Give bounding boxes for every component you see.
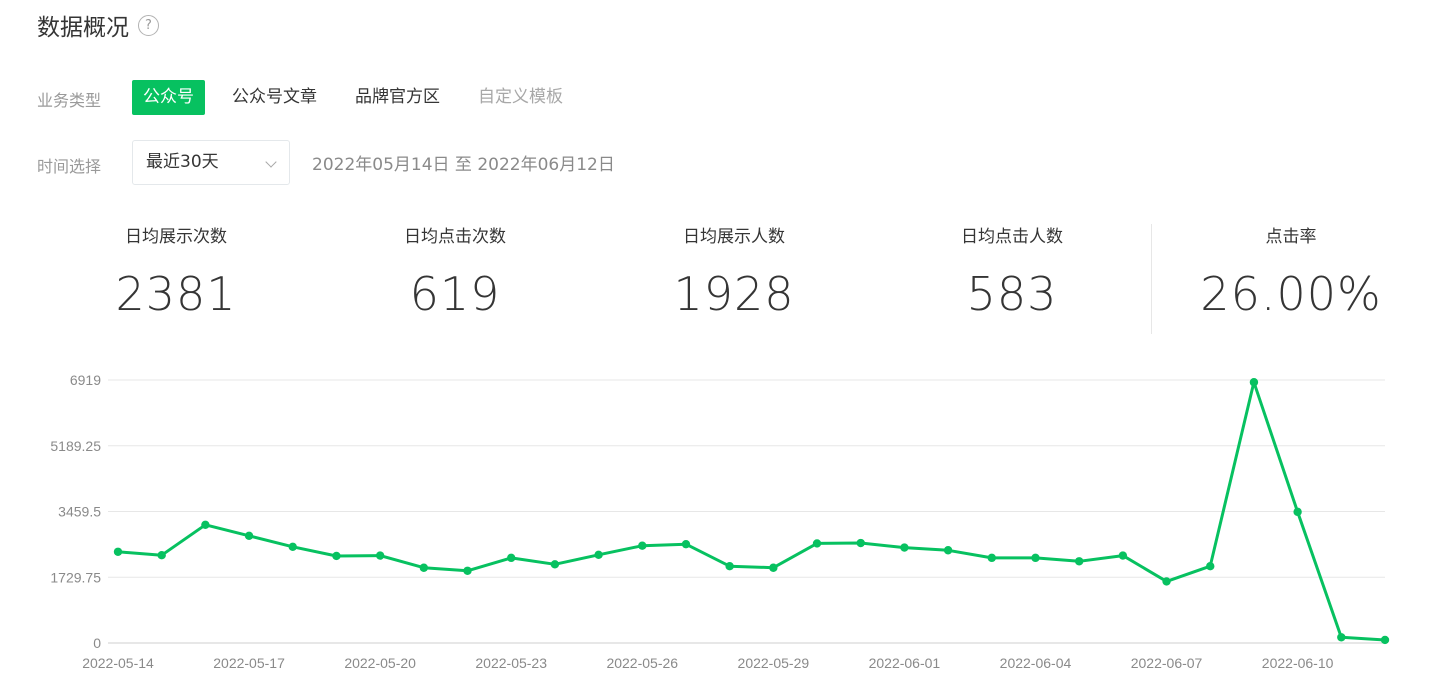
- y-tick-label: 3459.5: [58, 504, 101, 520]
- tab-custom-template: 自定义模板: [478, 87, 563, 107]
- data-point: [375, 551, 385, 560]
- data-point: [1074, 557, 1084, 566]
- data-point: [463, 566, 472, 575]
- data-point: [856, 538, 865, 548]
- data-point: [550, 560, 560, 569]
- data-point: [900, 543, 909, 552]
- data-point: [769, 563, 778, 572]
- question-circle-icon[interactable]: ?: [138, 14, 159, 36]
- stat-label: 日均点击次数: [404, 227, 506, 247]
- data-point: [1380, 635, 1390, 645]
- page-title-text: 数据概况: [37, 15, 129, 41]
- stat-label: 点击率: [1265, 227, 1317, 247]
- data-point: [244, 531, 254, 541]
- stat-click-rate: 点击率 26.00%: [1171, 222, 1411, 321]
- data-point: [943, 546, 953, 555]
- time-range-select[interactable]: 最近30天: [132, 140, 290, 185]
- x-tick-label: 2022-06-01: [869, 655, 941, 671]
- x-tick-label: 2022-05-17: [213, 655, 285, 671]
- x-tick-label: 2022-06-04: [1000, 655, 1072, 671]
- y-tick-label: 1729.75: [50, 569, 101, 585]
- stat-label: 日均点击人数: [961, 227, 1063, 247]
- x-tick-label: 2022-06-07: [1131, 655, 1203, 671]
- data-point: [332, 551, 341, 561]
- time-range-value: 最近30天: [146, 152, 219, 172]
- chevron-down-icon: [265, 156, 277, 168]
- data-point: [1206, 562, 1215, 571]
- date-range-text: 2022年05月14日 至 2022年06月12日: [312, 155, 615, 175]
- x-tick-label: 2022-06-10: [1262, 655, 1334, 671]
- data-point: [1337, 633, 1346, 642]
- y-tick-label: 5189.25: [50, 438, 101, 454]
- data-point: [638, 541, 647, 550]
- tab-gongzhonghao[interactable]: 公众号: [132, 80, 205, 115]
- stat-value: 2381: [115, 267, 237, 321]
- data-point: [1249, 378, 1259, 387]
- data-point: [725, 562, 734, 571]
- stat-daily-impression-users: 日均展示人数 1928: [614, 222, 854, 321]
- trend-line-chart: 0 1729.75 3459.5 5189.25 6919 2022-05-14 2022-…: [50, 372, 1390, 671]
- page-title: 数据概况 ?: [37, 8, 159, 42]
- stat-label: 日均展示人数: [683, 227, 785, 247]
- x-tick-label: 2022-05-14: [82, 655, 154, 671]
- stat-value: 26.00%: [1200, 267, 1382, 321]
- data-point: [681, 539, 691, 549]
- tab-articles[interactable]: 公众号文章: [221, 80, 328, 115]
- data-point: [1293, 507, 1302, 517]
- x-tick-label: 2022-05-20: [344, 655, 416, 671]
- data-point: [812, 539, 822, 548]
- stat-value: 583: [966, 267, 1058, 321]
- business-type-tabs: 公众号 公众号文章 品牌官方区 自定义模板: [132, 80, 590, 115]
- data-point: [1162, 577, 1171, 586]
- x-tick-label: 2022-05-23: [475, 655, 547, 671]
- stat-value: 1928: [673, 267, 795, 321]
- time-select-label: 时间选择: [37, 157, 102, 176]
- data-point: [419, 563, 429, 572]
- x-tick-label: 2022-05-29: [738, 655, 810, 671]
- stat-daily-clicks: 日均点击次数 619: [335, 222, 575, 321]
- data-point: [288, 542, 297, 552]
- tab-brand-zone[interactable]: 品牌官方区: [344, 80, 451, 115]
- data-point: [201, 520, 210, 529]
- data-point: [594, 550, 603, 560]
- stat-value: 619: [409, 267, 501, 321]
- stat-daily-click-users: 日均点击人数 583: [892, 222, 1132, 321]
- x-tick-label: 2022-05-26: [606, 655, 678, 671]
- stat-daily-impressions: 日均展示次数 2381: [56, 222, 296, 321]
- business-type-label: 业务类型: [37, 91, 102, 110]
- data-point: [507, 553, 516, 563]
- y-tick-label: 0: [93, 635, 101, 651]
- data-point: [1031, 553, 1040, 563]
- stat-label: 日均展示次数: [125, 227, 227, 247]
- data-point: [113, 547, 123, 556]
- data-point: [987, 553, 996, 563]
- y-tick-label: 6919: [70, 372, 101, 388]
- stat-divider: [1151, 224, 1152, 334]
- data-point: [1118, 551, 1128, 560]
- data-point: [157, 550, 166, 560]
